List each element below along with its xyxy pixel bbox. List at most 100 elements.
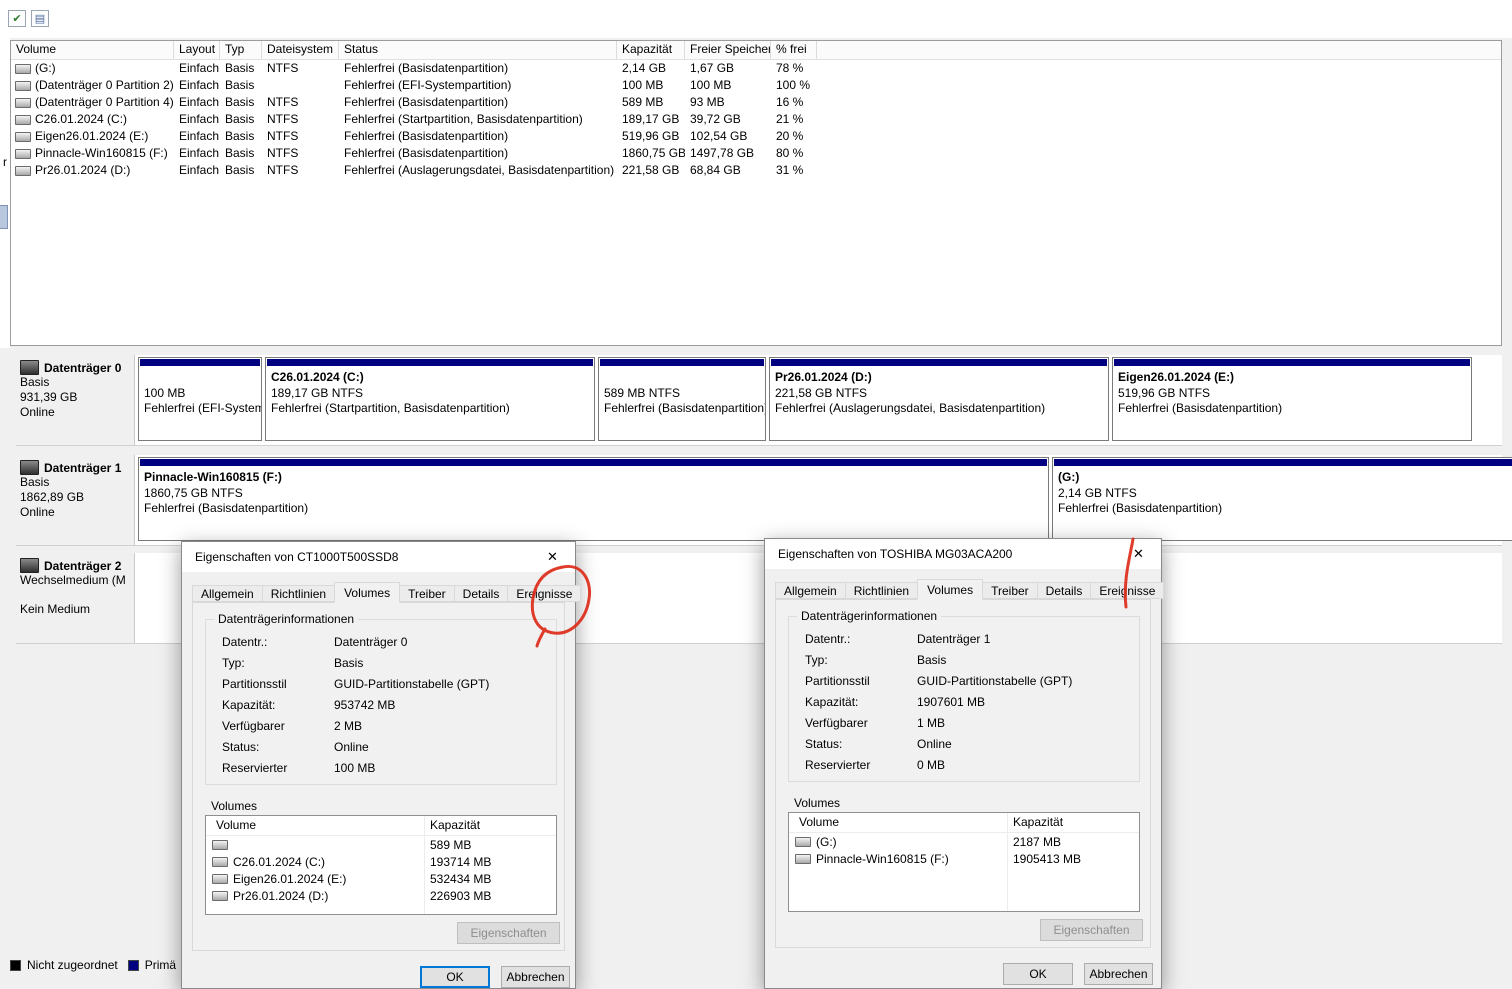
volume-kapazitaet: 2187 MB: [1013, 834, 1062, 849]
table-row[interactable]: C26.01.2024 (C:) Einfach Basis NTFS Fehl…: [11, 111, 1501, 128]
volumes-listbox[interactable]: Volume Kapazität 589 MB C26.01.2024 (C:)…: [205, 815, 557, 915]
disk-row-0: Datenträger 0 Basis 931,39 GB Online 100…: [16, 355, 1502, 446]
tab-treiber[interactable]: Treiber: [399, 585, 455, 602]
partition-block[interactable]: Pinnacle-Win160815 (F:) 1860,75 GB NTFS …: [138, 457, 1049, 541]
table-row[interactable]: Pr26.01.2024 (D:) Einfach Basis NTFS Feh…: [11, 162, 1501, 179]
partition-status: Fehlerfrei (Basisdatenpartition): [1118, 401, 1283, 415]
volume-kapazitaet: 193714 MB: [430, 854, 492, 869]
column-header-layout[interactable]: Layout: [174, 41, 220, 59]
table-row[interactable]: Eigen26.01.2024 (E:) Einfach Basis NTFS …: [11, 128, 1501, 145]
tab-details[interactable]: Details: [453, 585, 509, 602]
volume-pct-frei: 80 %: [776, 146, 804, 160]
volume-icon: [212, 856, 228, 867]
tab-richtlinien[interactable]: Richtlinien: [261, 585, 336, 602]
partition-block[interactable]: Eigen26.01.2024 (E:) 519,96 GB NTFS Fehl…: [1112, 357, 1472, 441]
volume-kapazitaet: 519,96 GB: [622, 129, 680, 143]
list-item[interactable]: Pr26.01.2024 (D:) 226903 MB: [206, 887, 556, 904]
tab-richtlinien[interactable]: Richtlinien: [844, 582, 919, 599]
disk-management-window: ✔ ▤ r Volume Layout Typ Dateisystem Stat…: [0, 0, 1512, 989]
partition-block[interactable]: C26.01.2024 (C:) 189,17 GB NTFS Fehlerfr…: [265, 357, 595, 441]
field-value: Basis: [334, 656, 364, 670]
tab-ereignisse[interactable]: Ereignisse: [507, 585, 582, 602]
close-icon[interactable]: ✕: [1116, 539, 1161, 568]
volume-name: Pinnacle-Win160815 (F:): [816, 851, 949, 866]
volume-pct-frei: 78 %: [776, 61, 804, 75]
volumes-listbox[interactable]: Volume Kapazität (G:) 2187 MB Pinnacle-Wi…: [788, 812, 1140, 912]
volume-icon: [15, 114, 31, 125]
partition-block[interactable]: Pr26.01.2024 (D:) 221,58 GB NTFS Fehlerf…: [769, 357, 1109, 441]
volume-icon: [795, 836, 811, 847]
tab-volumes[interactable]: Volumes: [917, 579, 984, 600]
list-item[interactable]: Eigen26.01.2024 (E:) 532434 MB: [206, 870, 556, 887]
list-item[interactable]: Pinnacle-Win160815 (F:) 1905413 MB: [789, 850, 1139, 867]
table-row[interactable]: (Datenträger 0 Partition 4) Einfach Basi…: [11, 94, 1501, 111]
volumes-section-title: Volumes: [211, 799, 258, 813]
close-icon[interactable]: ✕: [530, 542, 575, 571]
table-row[interactable]: (Datenträger 0 Partition 2) Einfach Basi…: [11, 77, 1501, 94]
primary-partition-color-bar: [1054, 459, 1512, 466]
list-item[interactable]: (G:) 2187 MB: [789, 833, 1139, 850]
disk-header[interactable]: Datenträger 0 Basis 931,39 GB Online: [16, 355, 135, 445]
table-row[interactable]: Pinnacle-Win160815 (F:) Einfach Basis NT…: [11, 145, 1501, 162]
cancel-button[interactable]: Abbrechen: [1084, 963, 1153, 985]
disk-header[interactable]: Datenträger 2 Wechselmedium (M Kein Medi…: [16, 553, 135, 643]
col-kapazitaet: Kapazität: [430, 818, 481, 832]
dialog-titlebar[interactable]: Eigenschaften von TOSHIBA MG03ACA200 ✕: [765, 539, 1161, 569]
disk-header[interactable]: Datenträger 1 Basis 1862,89 GB Online: [16, 455, 135, 545]
legend-item-unallocated: Nicht zugeordnet: [10, 958, 118, 972]
volume-icon: [212, 873, 228, 884]
volume-status: Fehlerfrei (EFI-Systempartition): [344, 78, 512, 92]
field-label: Status:: [222, 740, 260, 754]
column-header-dateisystem[interactable]: Dateisystem: [262, 41, 339, 59]
checkbox-toolbar-icon[interactable]: ✔: [8, 10, 26, 27]
clipped-left-icon-fragment: [0, 205, 8, 229]
tab-ereignisse[interactable]: Ereignisse: [1090, 582, 1165, 599]
ok-button[interactable]: OK: [420, 966, 490, 988]
tab-volumes[interactable]: Volumes: [334, 582, 401, 603]
volume-kapazitaet: 1860,75 GB: [622, 146, 685, 160]
partition-size: 189,17 GB NTFS: [271, 386, 364, 400]
tab-allgemein[interactable]: Allgemein: [775, 582, 846, 599]
list-item[interactable]: C26.01.2024 (C:) 193714 MB: [206, 853, 556, 870]
volume-name: (G:): [35, 61, 56, 75]
volume-icon: [212, 890, 228, 901]
cancel-button[interactable]: Abbrechen: [501, 966, 570, 988]
ok-button[interactable]: OK: [1003, 963, 1073, 985]
volume-kapazitaet: 2,14 GB: [622, 61, 667, 75]
column-header-volume[interactable]: Volume: [11, 41, 174, 59]
column-header-prozent-frei[interactable]: % frei: [771, 41, 817, 59]
volume-typ: Basis: [225, 163, 255, 177]
tab-allgemein[interactable]: Allgemein: [192, 585, 263, 602]
volume-typ: Basis: [225, 146, 255, 160]
legend-item-primary: Primä: [127, 958, 176, 972]
column-header-status[interactable]: Status: [339, 41, 617, 59]
column-header-freier-speicher[interactable]: Freier Speicher: [685, 41, 771, 59]
column-header-kapazitaet[interactable]: Kapazität: [617, 41, 685, 59]
partition-block[interactable]: 589 MB NTFS Fehlerfrei (Basisdatenpartit…: [598, 357, 766, 441]
tab-treiber[interactable]: Treiber: [982, 582, 1038, 599]
col-kapazitaet: Kapazität: [1013, 815, 1064, 829]
volume-icon: [15, 97, 31, 108]
partition-block[interactable]: 100 MB Fehlerfrei (EFI-Systempartition): [138, 357, 262, 441]
partition-status: Fehlerfrei (EFI-Systempartition): [144, 401, 261, 415]
volume-pct-frei: 100 %: [776, 78, 811, 92]
list-item[interactable]: 589 MB: [206, 836, 556, 853]
tab-page-volumes: Datenträgerinformationen Datentr.: Datent…: [192, 602, 565, 951]
partition-size: 221,58 GB NTFS: [775, 386, 868, 400]
column-header-typ[interactable]: Typ: [220, 41, 262, 59]
volume-kapazitaet: 532434 MB: [430, 871, 492, 886]
table-row[interactable]: (G:) Einfach Basis NTFS Fehlerfrei (Basi…: [11, 60, 1501, 77]
partition-size: 2,14 GB NTFS: [1058, 486, 1137, 500]
field-value: Datenträger 1: [917, 632, 991, 646]
field-label: Reservierter: [222, 761, 288, 775]
field-value: 2 MB: [334, 719, 363, 733]
volume-status: Fehlerfrei (Basisdatenpartition): [344, 146, 509, 160]
tab-details[interactable]: Details: [1036, 582, 1092, 599]
partition-block[interactable]: (G:) 2,14 GB NTFS Fehlerfrei (Basisdaten…: [1052, 457, 1512, 541]
table-header: Volume Layout Typ Dateisystem Status Kap…: [11, 41, 1501, 60]
properties-toolbar-icon[interactable]: ▤: [31, 10, 49, 27]
volume-typ: Basis: [225, 61, 255, 75]
volume-name: Pinnacle-Win160815 (F:): [35, 146, 168, 160]
dialog-titlebar[interactable]: Eigenschaften von CT1000T500SSD8 ✕: [182, 542, 575, 572]
